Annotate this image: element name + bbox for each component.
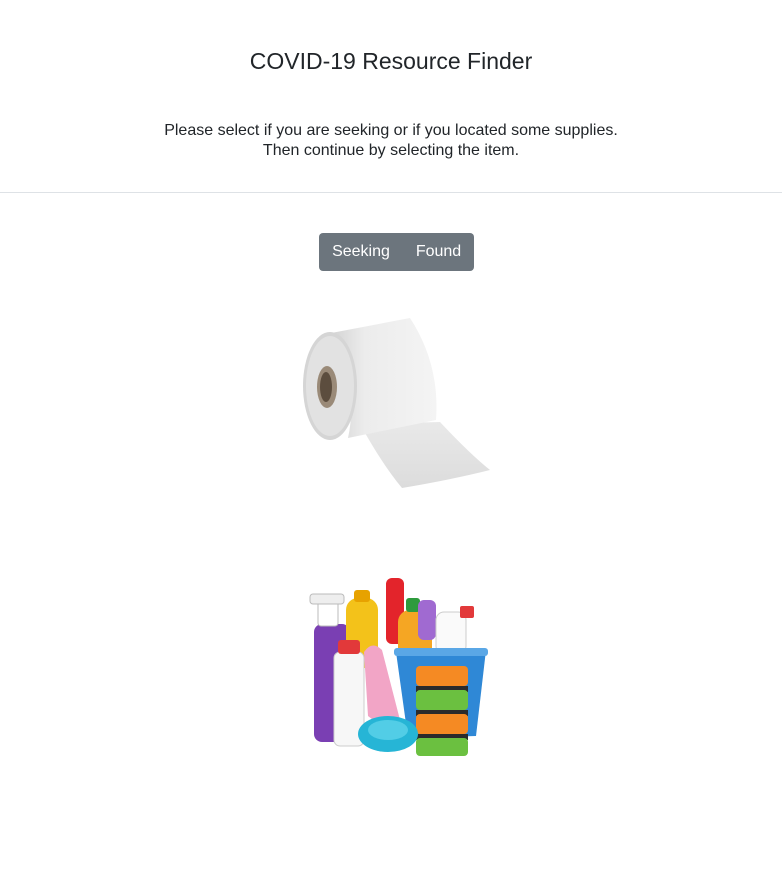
mode-toggle-group: Seeking Found — [319, 233, 474, 271]
page-title: COVID-19 Resource Finder — [249, 48, 533, 74]
instructions-line-1: Please select if you are seeking or if y… — [164, 122, 618, 139]
cleaning-supplies-icon — [309, 578, 488, 756]
page-header: COVID-19 Resource Finder Please select i… — [0, 0, 782, 192]
seeking-button[interactable]: Seeking — [319, 233, 403, 271]
instructions: Please select if you are seeking or if y… — [0, 121, 782, 161]
cleaning-supplies-item[interactable] — [300, 570, 495, 768]
instructions-line-2: Then continue by selecting the item. — [262, 142, 520, 159]
found-button[interactable]: Found — [403, 233, 474, 271]
toilet-paper-item[interactable] — [300, 314, 495, 492]
header-divider — [0, 192, 782, 193]
toilet-paper-roll-icon — [303, 318, 490, 488]
